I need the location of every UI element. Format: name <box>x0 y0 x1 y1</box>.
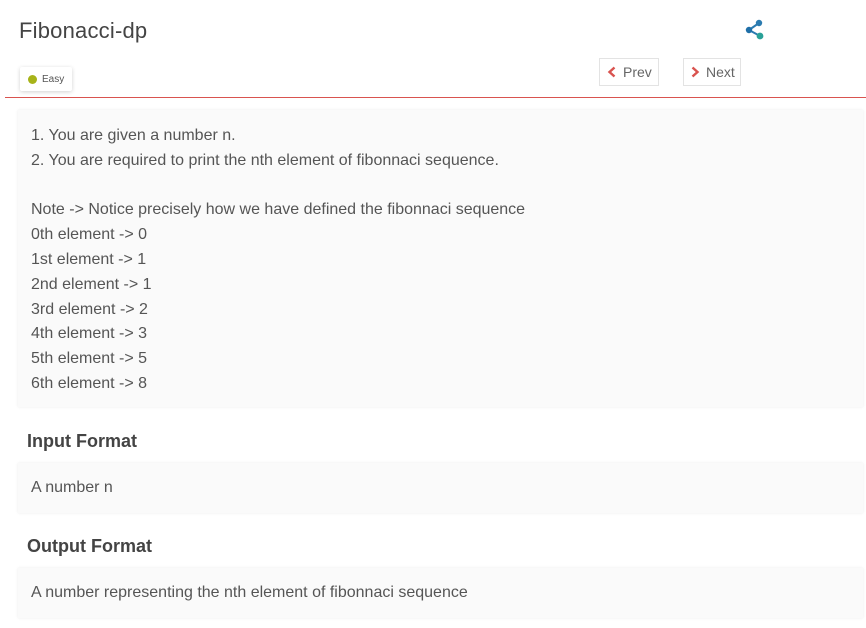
chevron-left-icon <box>607 66 616 78</box>
output-format-heading: Output Format <box>27 536 152 556</box>
problem-description: 1. You are given a number n. 2. You are … <box>18 110 863 407</box>
problem-title: Fibonacci-dp <box>19 18 148 43</box>
description-line <box>31 174 863 199</box>
description-line: 2. You are required to print the nth ele… <box>31 151 499 169</box>
description-line: 3rd element -> 2 <box>31 300 148 318</box>
share-icon[interactable] <box>744 19 766 41</box>
input-format-text: A number n <box>18 463 863 513</box>
description-line: 2nd element -> 1 <box>31 275 152 293</box>
description-line: 0th element -> 0 <box>31 226 148 244</box>
prev-button-label: Prev <box>623 64 652 80</box>
description-line: 1st element -> 1 <box>31 250 147 268</box>
chevron-right-icon <box>691 66 700 78</box>
next-button[interactable]: Next <box>683 58 741 86</box>
output-format-text: A number representing the nth element of… <box>18 568 863 618</box>
prev-button[interactable]: Prev <box>599 58 659 86</box>
description-line: 5th element -> 5 <box>31 350 148 368</box>
next-button-label: Next <box>706 64 735 80</box>
difficulty-dot <box>28 74 37 84</box>
description-line: 4th element -> 3 <box>31 325 148 343</box>
description-line: Note -> Notice precisely how we have def… <box>31 201 526 219</box>
description-line: 6th element -> 8 <box>31 374 148 392</box>
input-format-heading: Input Format <box>27 431 137 451</box>
difficulty-badge: Easy <box>20 67 73 91</box>
difficulty-label: Easy <box>42 73 65 85</box>
description-line: 1. You are given a number n. <box>31 127 236 144</box>
header-divider <box>5 97 866 98</box>
